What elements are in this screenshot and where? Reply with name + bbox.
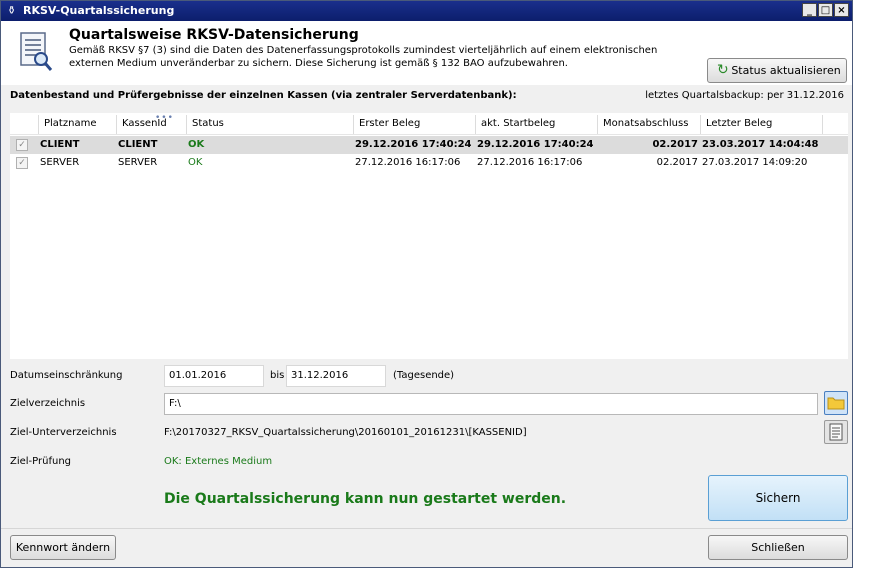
- col-separator: [700, 115, 701, 134]
- col-header-letzter-beleg[interactable]: Letzter Beleg: [706, 118, 772, 129]
- col-separator: [597, 115, 598, 134]
- cell-letzter-beleg: 23.03.2017 14:04:48: [702, 139, 819, 150]
- col-header-platzname[interactable]: Platzname: [44, 118, 96, 129]
- col-header-erster-beleg[interactable]: Erster Beleg: [359, 118, 420, 129]
- col-header-status[interactable]: Status: [192, 118, 224, 129]
- cell-monatsabschluss: 02.2017: [652, 139, 698, 150]
- page-title: Quartalsweise RKSV-Datensicherung: [69, 27, 359, 43]
- close-dialog-button[interactable]: Schließen: [708, 535, 848, 560]
- app-icon: ⚱: [7, 4, 17, 17]
- col-separator: [186, 115, 187, 134]
- table-row[interactable]: ✓ CLIENT CLIENT OK 29.12.2016 17:40:24 2…: [10, 136, 848, 154]
- footer-divider: [1, 528, 852, 529]
- target-check-label: Ziel-Prüfung: [10, 456, 72, 467]
- description-line-2: externen Medium unveränderbar zu sichern…: [69, 58, 568, 69]
- main-window: ⚱ RKSV-Quartalssicherung _ □ × Quartalsw…: [0, 0, 853, 568]
- document-icon: [829, 423, 843, 441]
- cell-akt-startbeleg: 27.12.2016 16:17:06: [477, 157, 583, 168]
- col-header-monatsabschluss[interactable]: Monatsabschluss: [603, 118, 688, 129]
- cell-letzter-beleg: 27.03.2017 14:09:20: [702, 157, 808, 168]
- cell-platzname: CLIENT: [40, 139, 80, 150]
- row-checkbox[interactable]: ✓: [16, 157, 28, 169]
- window-title: RKSV-Quartalssicherung: [23, 4, 175, 17]
- section-label: Datenbestand und Prüfergebnisse der einz…: [10, 90, 517, 101]
- cell-status: OK: [188, 157, 203, 168]
- table-row[interactable]: ✓ SERVER SERVER OK 27.12.2016 16:17:06 2…: [10, 154, 848, 172]
- folder-icon: [827, 397, 845, 410]
- target-dir-label: Zielverzeichnis: [10, 398, 86, 409]
- ready-message: Die Quartalssicherung kann nun gestartet…: [164, 491, 567, 507]
- date-from-input[interactable]: 01.01.2016: [164, 365, 264, 387]
- col-separator: [116, 115, 117, 134]
- col-header-kassenid[interactable]: KassenId: [122, 118, 167, 129]
- register-grid[interactable]: Platzname ••• KassenId Status Erster Bel…: [10, 113, 848, 359]
- cell-status: OK: [188, 139, 205, 150]
- cell-kassenid: SERVER: [118, 157, 158, 168]
- cell-platzname: SERVER: [40, 157, 80, 168]
- target-check-value: OK: Externes Medium: [164, 456, 273, 467]
- last-backup-label: letztes Quartalsbackup: per 31.12.2016: [645, 90, 844, 101]
- subdir-value: F:\20170327_RKSV_Quartalssicherung\20160…: [164, 427, 527, 438]
- description-line-1: Gemäß RKSV §7 (3) sind die Daten des Dat…: [69, 45, 658, 56]
- cell-monatsabschluss: 02.2017: [656, 157, 698, 168]
- change-password-button[interactable]: Kennwort ändern: [10, 535, 116, 560]
- col-separator: [822, 115, 823, 134]
- minimize-button[interactable]: _: [802, 3, 817, 17]
- page-description: Gemäß RKSV §7 (3) sind die Daten des Dat…: [69, 44, 669, 70]
- sichern-button[interactable]: Sichern: [708, 475, 848, 521]
- maximize-button[interactable]: □: [818, 3, 833, 17]
- col-separator: [38, 115, 39, 134]
- status-refresh-button[interactable]: ↻ Status aktualisieren: [707, 58, 847, 83]
- document-magnifier-icon: [20, 32, 53, 71]
- cell-kassenid: CLIENT: [118, 139, 158, 150]
- title-bar: ⚱ RKSV-Quartalssicherung _ □ ×: [1, 1, 852, 21]
- grid-header: Platzname ••• KassenId Status Erster Bel…: [10, 113, 848, 135]
- col-header-akt-startbeleg[interactable]: akt. Startbeleg: [481, 118, 555, 129]
- bis-label: bis: [270, 370, 285, 381]
- status-refresh-label: Status aktualisieren: [731, 64, 841, 77]
- date-to-input[interactable]: 31.12.2016: [286, 365, 386, 387]
- date-range-label: Datumseinschränkung: [10, 370, 123, 381]
- cell-erster-beleg: 29.12.2016 17:40:24: [355, 139, 472, 150]
- window-controls: _ □ ×: [802, 3, 849, 17]
- subdir-label: Ziel-Unterverzeichnis: [10, 427, 117, 438]
- subdir-options-button[interactable]: [824, 420, 848, 444]
- cell-akt-startbeleg: 29.12.2016 17:40:24: [477, 139, 594, 150]
- refresh-icon: ↻: [717, 62, 729, 78]
- browse-folder-button[interactable]: [824, 391, 848, 415]
- target-dir-input[interactable]: F:\: [164, 393, 818, 415]
- col-separator: [353, 115, 354, 134]
- row-checkbox[interactable]: ✓: [16, 139, 28, 151]
- col-separator: [475, 115, 476, 134]
- cell-erster-beleg: 27.12.2016 16:17:06: [355, 157, 461, 168]
- tagesende-label: (Tagesende): [393, 370, 455, 381]
- close-button[interactable]: ×: [834, 3, 849, 17]
